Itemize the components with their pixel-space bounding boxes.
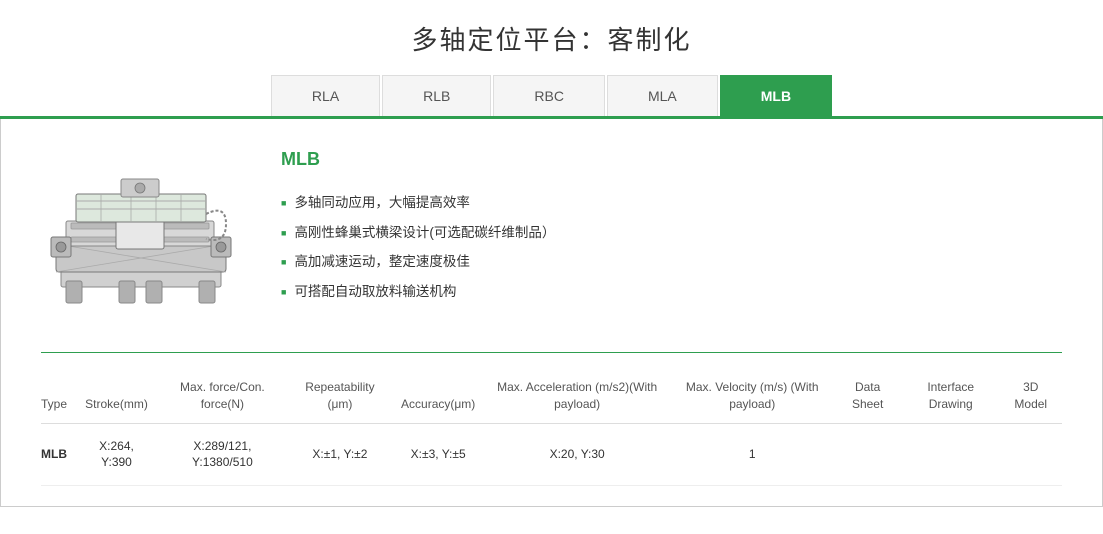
- col-datasheet: Data Sheet: [833, 369, 902, 423]
- col-type: Type: [41, 369, 75, 423]
- tab-rbc[interactable]: RBC: [493, 75, 605, 116]
- tabs-bar: RLA RLB RBC MLA MLB: [0, 75, 1103, 119]
- col-force: Max. force/Con. force(N): [158, 369, 287, 423]
- table-header-row: Type Stroke(mm) Max. force/Con. force(N)…: [41, 369, 1062, 423]
- col-repeatability: Repeatability (μm): [287, 369, 393, 423]
- tab-mlb[interactable]: MLB: [720, 75, 832, 116]
- cell-acceleration: X:20, Y:30: [483, 423, 671, 486]
- feature-item-2: 高刚性蜂巢式横梁设计(可选配碳纤维制品）: [281, 218, 1062, 248]
- cell-type: MLB: [41, 423, 75, 486]
- col-acceleration: Max. Acceleration (m/s2)(With payload): [483, 369, 671, 423]
- product-section: MLB 多轴同动应用，大幅提高效率 高刚性蜂巢式横梁设计(可选配碳纤维制品） 高…: [41, 149, 1062, 322]
- cell-force: X:289/121, Y:1380/510: [158, 423, 287, 486]
- feature-item-4: 可搭配自动取放料输送机构: [281, 277, 1062, 307]
- cell-datasheet: [833, 423, 902, 486]
- tab-mla[interactable]: MLA: [607, 75, 718, 116]
- tab-rlb[interactable]: RLB: [382, 75, 491, 116]
- cell-stroke: X:264, Y:390: [75, 423, 158, 486]
- table-row: MLB X:264, Y:390 X:289/121, Y:1380/510 X…: [41, 423, 1062, 486]
- cell-3d-model: [1000, 423, 1063, 486]
- cell-accuracy: X:±3, Y:±5: [393, 423, 483, 486]
- content-panel: MLB 多轴同动应用，大幅提高效率 高刚性蜂巢式横梁设计(可选配碳纤维制品） 高…: [0, 119, 1103, 507]
- table-wrapper: Type Stroke(mm) Max. force/Con. force(N)…: [41, 369, 1062, 486]
- col-3d-model: 3D Model: [1000, 369, 1063, 423]
- product-name: MLB: [281, 149, 1062, 170]
- cell-velocity: 1: [671, 423, 833, 486]
- product-details: MLB 多轴同动应用，大幅提高效率 高刚性蜂巢式横梁设计(可选配碳纤维制品） 高…: [281, 149, 1062, 306]
- col-velocity: Max. Velocity (m/s) (With payload): [671, 369, 833, 423]
- feature-item-1: 多轴同动应用，大幅提高效率: [281, 188, 1062, 218]
- tab-rla[interactable]: RLA: [271, 75, 380, 116]
- col-accuracy: Accuracy(μm): [393, 369, 483, 423]
- col-interface-drawing: Interface Drawing: [902, 369, 1000, 423]
- cell-repeatability: X:±1, Y:±2: [287, 423, 393, 486]
- page-title: 多轴定位平台：客制化: [0, 0, 1103, 75]
- product-svg: [41, 149, 241, 319]
- cell-interface-drawing: [902, 423, 1000, 486]
- section-divider: [41, 352, 1062, 353]
- data-table: Type Stroke(mm) Max. force/Con. force(N)…: [41, 369, 1062, 486]
- product-image: [41, 149, 241, 322]
- feature-item-3: 高加减速运动，整定速度极佳: [281, 247, 1062, 277]
- col-stroke: Stroke(mm): [75, 369, 158, 423]
- feature-list: 多轴同动应用，大幅提高效率 高刚性蜂巢式横梁设计(可选配碳纤维制品） 高加减速运…: [281, 188, 1062, 306]
